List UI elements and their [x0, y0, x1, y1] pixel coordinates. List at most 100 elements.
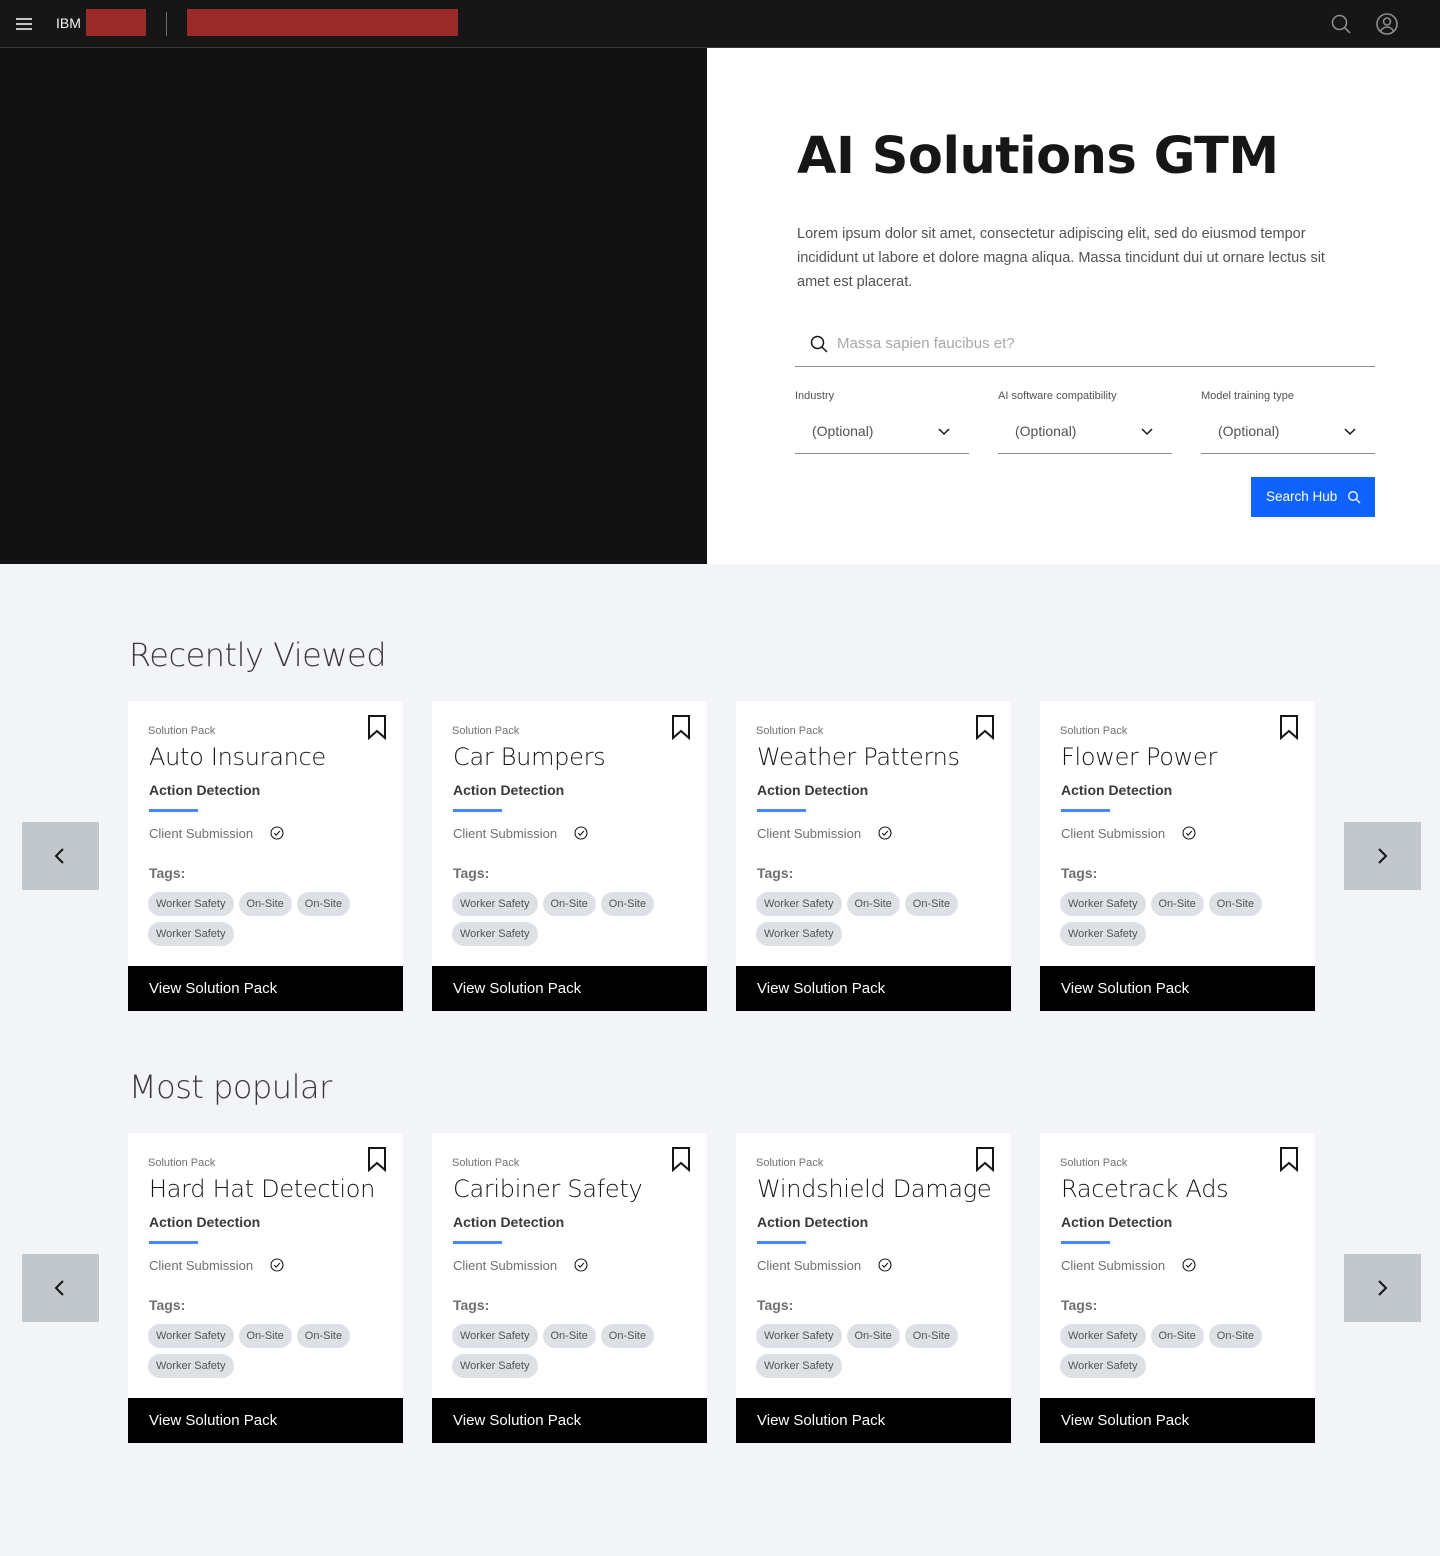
button-label: View Solution Pack: [149, 1412, 278, 1429]
button-label: View Solution Pack: [757, 980, 886, 997]
solution-card[interactable]: Solution Pack Caribiner Safety Action De…: [432, 1133, 707, 1443]
tags-label: Tags:: [757, 865, 794, 881]
tag-chip[interactable]: Worker Safety: [756, 922, 842, 946]
accent-bar: [1061, 1241, 1110, 1244]
hero-image-panel: [0, 48, 707, 564]
checkmark-circle-icon: [270, 1258, 284, 1272]
tag-list: Worker Safety On-Site On-SiteWorker Safety: [1060, 1324, 1305, 1384]
user-avatar-icon[interactable]: [1375, 12, 1399, 36]
tag-chip[interactable]: On-Site: [1150, 1324, 1204, 1348]
tag-chip[interactable]: On-Site: [296, 1324, 351, 1348]
brand-name[interactable]: IBM: [56, 15, 81, 31]
tags-label: Tags:: [757, 1297, 794, 1313]
view-solution-pack-button[interactable]: View Solution Pack: [736, 966, 1011, 1011]
tag-chip[interactable]: Worker Safety: [756, 1354, 842, 1378]
solution-card[interactable]: Solution Pack Auto Insurance Action Dete…: [128, 701, 403, 1011]
tag-chip[interactable]: On-Site: [238, 892, 292, 916]
carousel-prev-button[interactable]: [22, 822, 99, 890]
checkmark-circle-icon: [1182, 1258, 1196, 1272]
view-solution-pack-button[interactable]: View Solution Pack: [432, 1398, 707, 1443]
search-hub-button[interactable]: Search Hub: [1251, 477, 1375, 517]
tag-chip[interactable]: On-Site: [846, 892, 900, 916]
filter-model-training: Model training type (Optional): [1201, 390, 1375, 454]
solution-card[interactable]: Solution Pack Flower Power Action Detect…: [1040, 701, 1315, 1011]
tag-chip[interactable]: Worker Safety: [148, 922, 234, 946]
redacted-block: [187, 9, 458, 36]
search-input[interactable]: [837, 330, 1357, 356]
tag-chip[interactable]: On-Site: [904, 1324, 959, 1348]
tag-chip[interactable]: On-Site: [542, 892, 596, 916]
tag-chip[interactable]: Worker Safety: [756, 1324, 842, 1348]
tag-chip[interactable]: On-Site: [238, 1324, 292, 1348]
button-label: View Solution Pack: [1061, 1412, 1190, 1429]
card-source: Client Submission: [453, 826, 558, 841]
card-source: Client Submission: [149, 1258, 254, 1273]
tag-chip[interactable]: Worker Safety: [452, 1354, 538, 1378]
tag-chip[interactable]: Worker Safety: [1060, 1354, 1146, 1378]
bookmark-icon[interactable]: [367, 714, 387, 740]
chevron-right-icon: [1378, 848, 1388, 864]
ai-software-dropdown[interactable]: (Optional): [998, 417, 1172, 454]
bookmark-icon[interactable]: [1279, 1146, 1299, 1172]
view-solution-pack-button[interactable]: View Solution Pack: [128, 966, 403, 1011]
tag-chip[interactable]: On-Site: [1208, 1324, 1263, 1348]
card-type: Action Detection: [757, 782, 869, 798]
filter-label: Industry: [795, 390, 835, 402]
solution-card[interactable]: Solution Pack Racetrack Ads Action Detec…: [1040, 1133, 1315, 1443]
card-title: Windshield Damage: [757, 1175, 992, 1203]
bookmark-icon[interactable]: [671, 1146, 691, 1172]
bookmark-icon[interactable]: [367, 1146, 387, 1172]
hamburger-icon[interactable]: [16, 18, 32, 30]
tag-chip[interactable]: Worker Safety: [1060, 892, 1146, 916]
tag-chip[interactable]: Worker Safety: [452, 1324, 538, 1348]
solution-card[interactable]: Solution Pack Car Bumpers Action Detecti…: [432, 701, 707, 1011]
chevron-down-icon: [1344, 428, 1356, 436]
filter-label: Model training type: [1201, 390, 1294, 402]
carousel-prev-button[interactable]: [22, 1254, 99, 1322]
industry-dropdown[interactable]: (Optional): [795, 417, 969, 454]
solution-card[interactable]: Solution Pack Windshield Damage Action D…: [736, 1133, 1011, 1443]
section-title-recently-viewed: Recently Viewed: [129, 636, 387, 674]
tag-chip[interactable]: On-Site: [542, 1324, 596, 1348]
tag-chip[interactable]: Worker Safety: [148, 1324, 234, 1348]
tag-chip[interactable]: On-Site: [600, 892, 655, 916]
bookmark-icon[interactable]: [671, 714, 691, 740]
tag-chip[interactable]: On-Site: [904, 892, 959, 916]
tag-chip[interactable]: On-Site: [296, 892, 351, 916]
tag-chip[interactable]: Worker Safety: [148, 892, 234, 916]
view-solution-pack-button[interactable]: View Solution Pack: [1040, 1398, 1315, 1443]
solution-card[interactable]: Solution Pack Weather Patterns Action De…: [736, 701, 1011, 1011]
tag-chip[interactable]: Worker Safety: [756, 892, 842, 916]
tag-chip[interactable]: Worker Safety: [1060, 922, 1146, 946]
tag-chip[interactable]: Worker Safety: [148, 1354, 234, 1378]
button-label: View Solution Pack: [453, 980, 582, 997]
tag-chip[interactable]: On-Site: [600, 1324, 655, 1348]
bookmark-icon[interactable]: [1279, 714, 1299, 740]
tags-label: Tags:: [1061, 1297, 1098, 1313]
chevron-left-icon: [54, 848, 64, 864]
accent-bar: [149, 1241, 198, 1244]
checkmark-circle-icon: [574, 826, 588, 840]
card-type: Action Detection: [757, 1214, 869, 1230]
tag-chip[interactable]: On-Site: [1150, 892, 1204, 916]
solution-card[interactable]: Solution Pack Hard Hat Detection Action …: [128, 1133, 403, 1443]
bookmark-icon[interactable]: [975, 1146, 995, 1172]
tag-chip[interactable]: Worker Safety: [452, 922, 538, 946]
tag-chip[interactable]: Worker Safety: [1060, 1324, 1146, 1348]
model-training-dropdown[interactable]: (Optional): [1201, 417, 1375, 454]
view-solution-pack-button[interactable]: View Solution Pack: [128, 1398, 403, 1443]
search-icon[interactable]: [1329, 12, 1353, 36]
accent-bar: [453, 1241, 502, 1244]
search-icon: [810, 335, 828, 353]
tag-chip[interactable]: Worker Safety: [452, 892, 538, 916]
tag-chip[interactable]: On-Site: [846, 1324, 900, 1348]
bookmark-icon[interactable]: [975, 714, 995, 740]
card-source: Client Submission: [453, 1258, 558, 1273]
carousel-next-button[interactable]: [1344, 1254, 1421, 1322]
tag-chip[interactable]: On-Site: [1208, 892, 1263, 916]
view-solution-pack-button[interactable]: View Solution Pack: [736, 1398, 1011, 1443]
view-solution-pack-button[interactable]: View Solution Pack: [432, 966, 707, 1011]
view-solution-pack-button[interactable]: View Solution Pack: [1040, 966, 1315, 1011]
carousel-next-button[interactable]: [1344, 822, 1421, 890]
card-kicker: Solution Pack: [1060, 1157, 1128, 1169]
